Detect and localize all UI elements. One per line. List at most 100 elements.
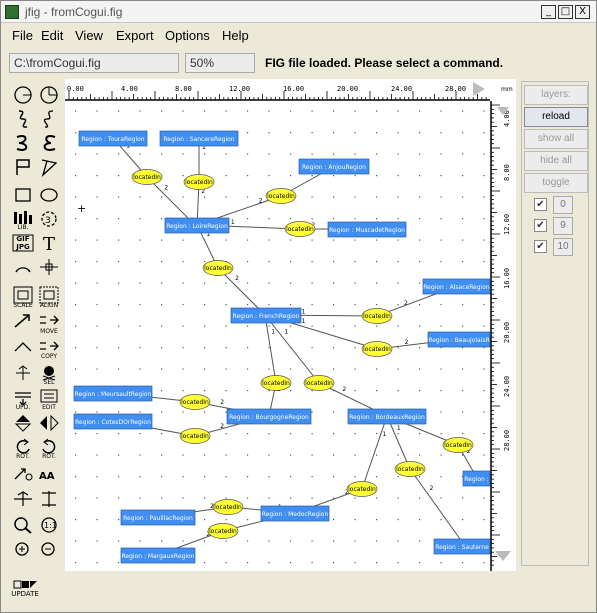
toggle-button[interactable]: toggle [524,173,588,193]
vruler-label: 12.00 [503,214,511,235]
close-button[interactable]: X [575,5,590,19]
zoom-in-icon[interactable] [11,539,35,559]
interp-spline-closed-icon[interactable] [11,133,35,153]
open-spline-icon[interactable] [37,109,61,129]
ruler-label: 28.00 [445,85,466,93]
pan-icon[interactable] [37,257,61,277]
delete-point-icon[interactable] [11,363,35,383]
relation-label: locatedIn [262,380,290,387]
edge-label: 2 [259,198,263,205]
ruler-unit: mm [501,86,513,93]
arc-icon[interactable] [11,257,35,277]
region-label: Region : MedocRegion [262,511,329,518]
edge-label: 1 [231,219,235,226]
region-label: Region : TouraRegion [81,136,144,143]
layer-checkbox[interactable]: ✔ [534,240,547,253]
edge-label: 2 [342,386,346,393]
edge-label: 1 [302,318,306,325]
edge-label: 2 [220,399,224,406]
relation-label: locatedIn [286,226,314,233]
polyline-icon[interactable] [37,157,61,178]
maximize-button[interactable]: □ [558,5,573,19]
zoom-field[interactable]: 50% [185,53,255,73]
region-label: Region : AlsaceRegion [423,284,490,291]
upd-label: UPD. [15,404,31,411]
text-tool-icon[interactable]: T [37,233,61,255]
arc-tool-icon[interactable]: 3 [37,209,61,229]
circle-radius-icon[interactable] [11,85,35,105]
relation-label: locatedIn [348,486,376,493]
edge-label: 1 [397,425,401,432]
circle-diameter-icon[interactable] [37,85,61,105]
jfig-window: jfig - fromCogui.fig _ □ X File Edit Vie… [0,0,597,613]
layer-number: 10 [553,238,573,256]
layer-number: 0 [553,196,573,214]
show-all-button[interactable]: show all [524,129,588,149]
relation-label: locatedIn [444,442,472,449]
layer-checkbox[interactable]: ✔ [534,219,547,232]
update-attributes-icon[interactable] [13,577,37,589]
edge-label: 1 [271,328,275,335]
edge-label: 2 [235,275,239,282]
jpg-label: JPG [16,243,30,251]
vruler-label: 20.00 [503,322,511,343]
menu-help[interactable]: Help [222,28,249,43]
file-path-field[interactable]: C:\fromCogui.fig [9,53,179,73]
menu-edit[interactable]: Edit [41,28,63,43]
drawing-canvas[interactable]: 0.00 4.00 8.00 12.00 16.00 20.00 24.00 28.00 mm … [65,79,516,571]
interp-spline-open-icon[interactable] [37,133,61,153]
menu-options[interactable]: Options [165,28,210,43]
menu-export[interactable]: Export [116,28,154,43]
relation-label: locatedIn [204,265,232,272]
vruler-label: 8.00 [503,164,511,181]
flip-horizontal-icon[interactable] [37,413,61,433]
minimize-button[interactable]: _ [541,5,556,19]
region-label: Region : CotesDOrRegion [75,419,151,426]
drawing-canvas-area[interactable]: 0.00 4.00 8.00 12.00 16.00 20.00 24.00 28.00 mm … [65,79,516,571]
relation-label: locatedIn [267,193,295,200]
update-label: UPDATE [11,590,39,598]
layer-panel: layers: reload show all hide all toggle … [521,81,589,566]
edge-label: 1 [284,328,288,335]
ruler-label: 8.00 [175,85,192,93]
add-point-icon[interactable] [11,337,35,357]
rectangle-icon[interactable] [11,185,35,205]
grid [65,101,490,571]
relation-label: locatedIn [305,380,333,387]
zoom-icon[interactable] [11,515,35,535]
region-label: Region : LoireRegion [166,223,228,230]
move-point-icon[interactable] [11,311,35,331]
polygon-icon[interactable] [11,157,35,177]
zoom-out-icon[interactable] [37,539,61,559]
svg-text:1:1: 1:1 [44,521,57,530]
copy-label: COPY [40,353,58,360]
ruler-label: 20.00 [337,85,358,93]
relation-label: locatedIn [214,504,242,511]
relation-label: locatedIn [363,346,391,353]
reload-button[interactable]: reload [524,107,588,127]
flip-vertical-icon[interactable] [11,413,35,433]
region-label: Region : Sauterne [435,544,489,551]
layer-checkbox[interactable]: ✔ [534,198,547,211]
hide-all-button[interactable]: hide all [524,151,588,171]
region-label: Region : AnjouRegion [302,164,366,171]
vsplit-icon[interactable] [37,489,61,509]
ellipse-icon[interactable] [37,185,61,205]
hsplit-icon[interactable] [11,489,35,509]
closed-spline-icon[interactable] [11,109,35,129]
text-size-icon[interactable]: AA [37,463,61,483]
svg-text:3: 3 [45,216,51,226]
region-label: Region : BeaujolaisR [428,337,489,344]
title-bar: jfig - fromCogui.fig _ □ X [1,1,596,23]
sel-label: SEL [43,379,55,386]
menu-view[interactable]: View [75,28,103,43]
zoom-1to1-icon[interactable]: 1:1 [37,515,61,535]
region-label: Region : SancereRegion [163,136,234,143]
align-label: ALIGN [39,302,59,309]
edge-label: 2 [220,423,224,430]
arrow-mode-icon[interactable] [11,463,35,483]
library-label: LIB. [17,224,29,231]
gif-label: GIF [16,235,30,243]
menu-bar: File Edit View Export Options Help [1,25,596,47]
menu-file[interactable]: File [12,28,33,43]
